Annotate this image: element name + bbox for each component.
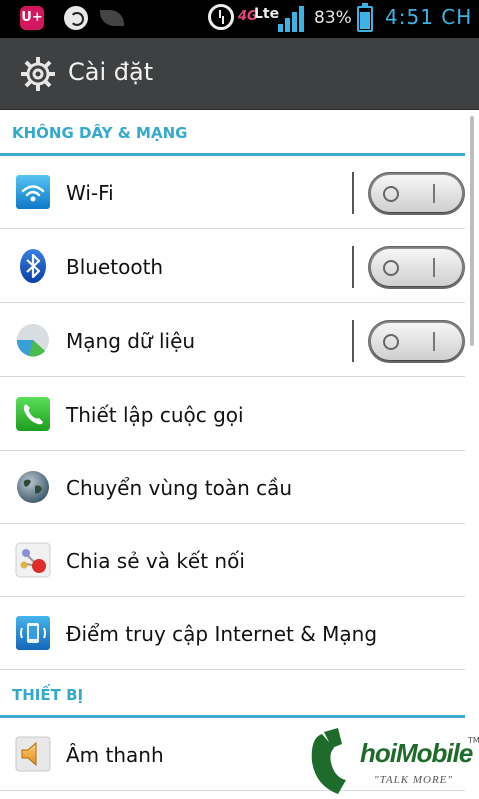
watermark-tm: TM — [468, 736, 479, 745]
toggle-divider — [352, 172, 354, 214]
list-item-mobile-data[interactable]: Mạng dữ liệu — [0, 304, 465, 377]
carrier-app-icon: U+ — [20, 6, 44, 30]
share-connect-label: Chia sẻ và kết nối — [66, 549, 245, 573]
toggle-divider — [352, 320, 354, 362]
hotspot-icon — [16, 616, 50, 650]
wifi-toggle[interactable] — [368, 172, 465, 215]
wifi-icon — [16, 175, 50, 209]
battery-percent: 83% — [314, 8, 352, 28]
globe-icon — [17, 471, 49, 503]
quickmemo-icon — [64, 6, 88, 30]
mobile-data-label: Mạng dữ liệu — [66, 329, 196, 353]
bluetooth-label: Bluetooth — [66, 255, 164, 279]
speaker-icon — [15, 736, 51, 772]
list-item-wifi[interactable]: Wi-Fi — [0, 156, 465, 229]
global-roaming-label: Chuyển vùng toàn cầu — [66, 476, 293, 500]
action-bar: Cài đặt — [0, 38, 479, 110]
bluetooth-toggle[interactable] — [368, 246, 465, 289]
section-title: THIẾT BỊ — [12, 686, 84, 704]
wifi-label: Wi-Fi — [66, 181, 114, 205]
network-type: Lte — [254, 6, 280, 22]
list-item-bluetooth[interactable]: Bluetooth — [0, 230, 465, 303]
alarm-clock-icon — [208, 4, 234, 30]
hotspot-label: Điểm truy cập Internet & Mạng — [66, 622, 378, 646]
scrollbar[interactable] — [470, 116, 474, 346]
list-item-hotspot[interactable]: Điểm truy cập Internet & Mạng — [0, 597, 465, 670]
mobile-data-icon — [16, 324, 49, 357]
status-bar: U+ 4G Lte 83% 4:51 CH — [0, 0, 479, 38]
page-title: Cài đặt — [68, 58, 154, 86]
sound-label: Âm thanh — [66, 743, 164, 767]
watermark-logo: hoiMobile "TALK MORE" TM — [308, 728, 479, 798]
share-connect-icon — [15, 542, 51, 578]
eco-mode-icon — [100, 10, 124, 26]
phone-handset-logo — [311, 728, 346, 794]
bluetooth-icon — [20, 249, 46, 283]
signal-strength-icon — [278, 6, 308, 32]
section-header-wireless: KHÔNG DÂY & MẠNG — [0, 110, 465, 156]
mobile-data-toggle[interactable] — [368, 320, 465, 363]
section-title: KHÔNG DÂY & MẠNG — [12, 124, 188, 142]
section-header-device: THIẾT BỊ — [0, 672, 465, 718]
clock: 4:51 CH — [385, 5, 473, 29]
battery-icon — [357, 3, 373, 32]
watermark-tagline: "TALK MORE" — [374, 774, 454, 786]
list-item-global-roaming[interactable]: Chuyển vùng toàn cầu — [0, 451, 465, 524]
settings-list[interactable]: KHÔNG DÂY & MẠNG Wi-Fi Bluetooth Mạng dữ… — [0, 110, 479, 799]
watermark-brand: hoiMobile — [360, 738, 473, 768]
toggle-divider — [352, 246, 354, 288]
call-settings-label: Thiết lập cuộc gọi — [66, 403, 244, 427]
list-item-share-connect[interactable]: Chia sẻ và kết nối — [0, 524, 465, 597]
list-item-call-settings[interactable]: Thiết lập cuộc gọi — [0, 378, 465, 451]
gear-icon[interactable] — [20, 56, 56, 92]
phone-icon — [16, 397, 50, 431]
